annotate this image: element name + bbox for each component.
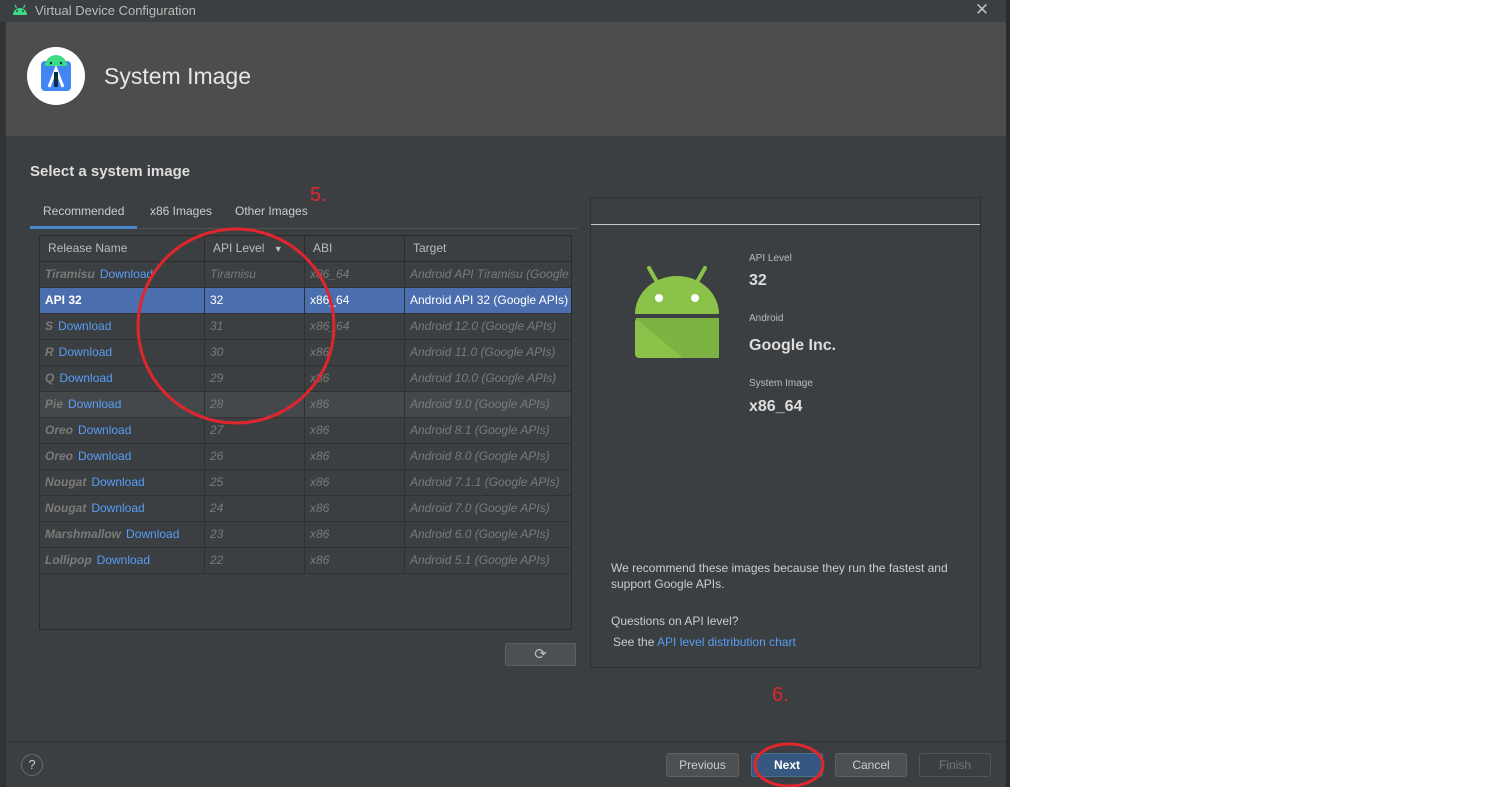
annotation-circle-step5 [136,227,336,425]
annotation-overlay [136,227,825,787]
annotation-step5: 5. [310,184,327,206]
annotation-step6: 6. [772,684,789,706]
background-editor-edge [1006,0,1010,787]
virtual-device-dialog: Virtual Device Configuration ✕ System Im… [0,0,1006,787]
annotation-circle-step6 [753,742,825,787]
